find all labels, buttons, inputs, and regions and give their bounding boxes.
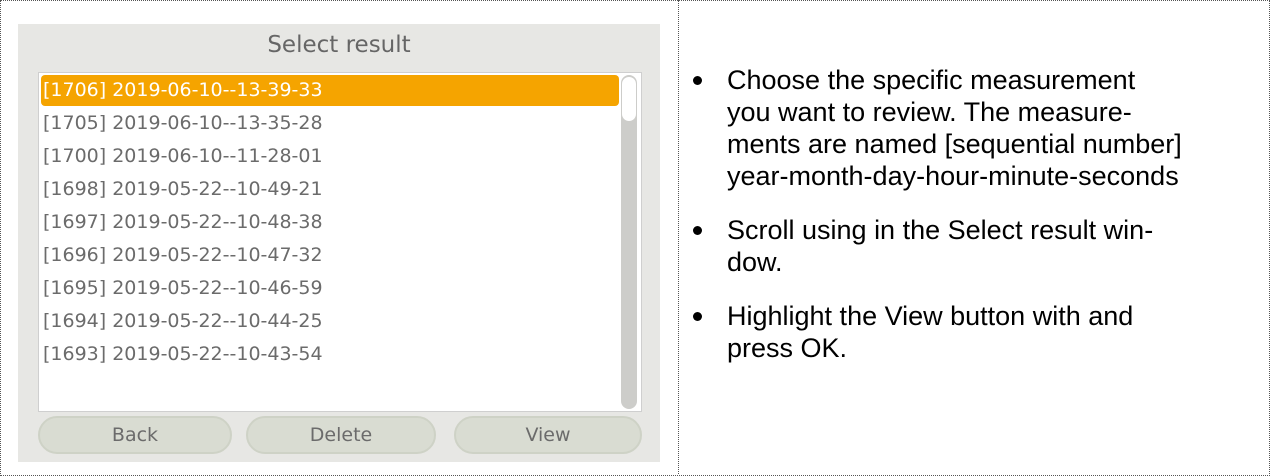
scrollbar-thumb[interactable] bbox=[622, 77, 636, 121]
instruction-line: year-month-day-hour-minute-seconds bbox=[727, 161, 1179, 191]
list-item[interactable]: [1693] 2019-05-22--10-43-54 bbox=[41, 339, 619, 370]
instruction-line: Highlight the View button with and bbox=[727, 301, 1134, 331]
instruction-item: Choose the specific measurement you want… bbox=[690, 64, 1260, 192]
device-screen: Select result [1706] 2019-06-10--13-39-3… bbox=[18, 24, 660, 462]
list-item[interactable]: [1706] 2019-06-10--13-39-33 bbox=[41, 75, 619, 106]
list-item[interactable]: [1695] 2019-05-22--10-46-59 bbox=[41, 273, 619, 304]
view-button[interactable]: View bbox=[454, 416, 642, 454]
list-item[interactable]: [1697] 2019-05-22--10-48-38 bbox=[41, 207, 619, 238]
results-list[interactable]: [1706] 2019-06-10--13-39-33 [1705] 2019-… bbox=[38, 72, 642, 412]
instruction-item: Scroll using in the Select result win- d… bbox=[690, 214, 1260, 278]
instruction-line: ments are named [sequential number] bbox=[727, 129, 1182, 159]
list-item[interactable]: [1705] 2019-06-10--13-35-28 bbox=[41, 108, 619, 139]
list-item[interactable]: [1700] 2019-06-10--11-28-01 bbox=[41, 141, 619, 172]
list-item[interactable]: [1698] 2019-05-22--10-49-21 bbox=[41, 174, 619, 205]
bullet-icon bbox=[693, 226, 702, 235]
delete-button[interactable]: Delete bbox=[246, 416, 436, 454]
instruction-line: you want to review. The measure- bbox=[727, 97, 1132, 127]
list-scrollbar[interactable] bbox=[621, 75, 637, 409]
instruction-line: dow. bbox=[727, 247, 783, 277]
instruction-line: press OK. bbox=[727, 333, 848, 363]
list-item[interactable]: [1696] 2019-05-22--10-47-32 bbox=[41, 240, 619, 271]
column-divider bbox=[678, 0, 679, 474]
instruction-line: Scroll using in the Select result win- bbox=[727, 215, 1154, 245]
instruction-list: Choose the specific measurement you want… bbox=[690, 64, 1260, 386]
instruction-item: Highlight the View button with and press… bbox=[690, 300, 1260, 364]
instruction-line: Choose the specific measurement bbox=[727, 65, 1136, 95]
bullet-icon bbox=[693, 76, 702, 85]
list-item[interactable]: [1694] 2019-05-22--10-44-25 bbox=[41, 306, 619, 337]
screen-title: Select result bbox=[267, 32, 411, 58]
bullet-icon bbox=[693, 312, 702, 321]
back-button[interactable]: Back bbox=[38, 416, 232, 454]
